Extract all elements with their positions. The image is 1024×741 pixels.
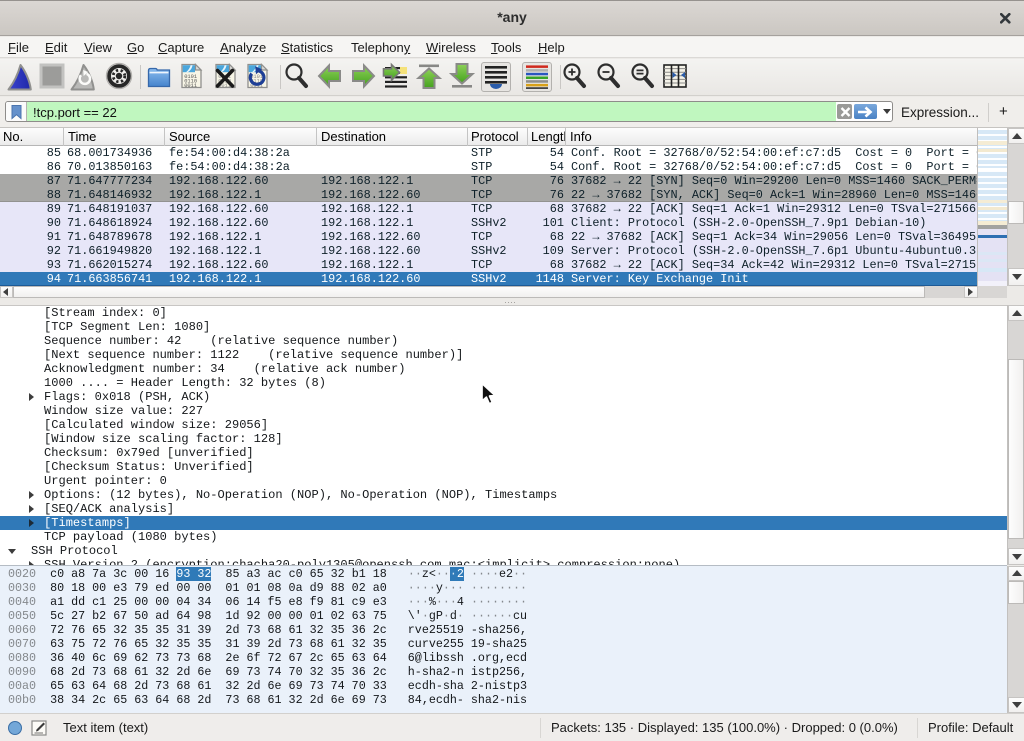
svg-text:0011: 0011 bbox=[184, 83, 197, 89]
